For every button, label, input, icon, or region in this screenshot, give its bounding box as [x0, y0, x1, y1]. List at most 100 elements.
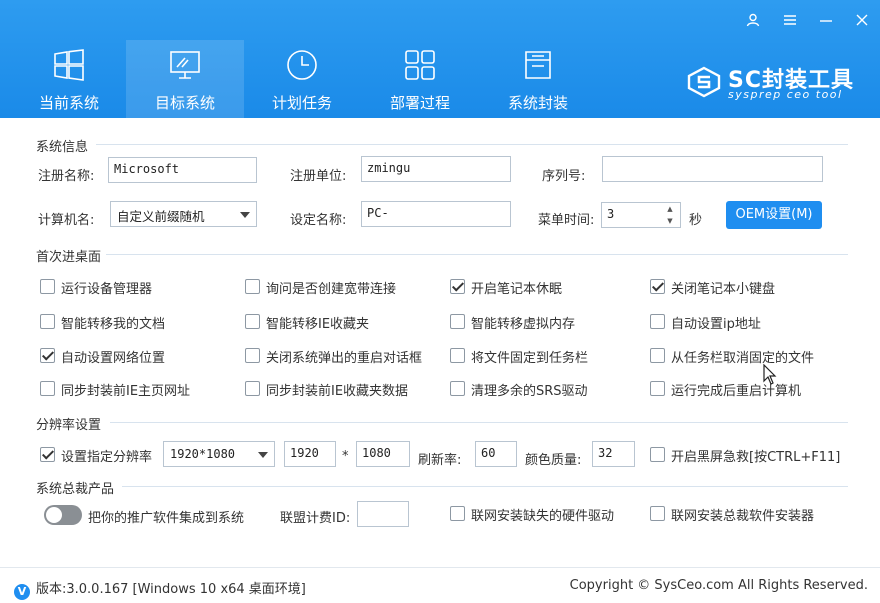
checkbox-box [650, 381, 665, 396]
checkbox-box [245, 279, 260, 294]
first-desktop-option-label: 运行完成后重启计算机 [671, 384, 802, 399]
clock-icon [287, 50, 317, 80]
spin-up-icon[interactable]: ▲ [663, 203, 677, 215]
checkbox-box [245, 314, 260, 329]
checkbox-box [650, 279, 665, 294]
checkbox-box [450, 381, 465, 396]
checkbox-box [450, 279, 465, 294]
minimize-icon[interactable] [816, 12, 836, 32]
checkbox-box [40, 381, 55, 396]
menu-time-spinner[interactable]: ▲ ▼ [663, 203, 677, 227]
checkbox-box [450, 506, 465, 521]
reg-name-label: 注册名称: [38, 169, 95, 184]
copyright-text: Copyright © SysCeo.com All Rights Reserv… [569, 578, 868, 593]
refresh-input[interactable]: 60 [475, 441, 517, 467]
first-desktop-option-label: 同步封装前IE主页网址 [61, 384, 191, 399]
first-desktop-option[interactable]: 自动设置ip地址 [650, 312, 840, 332]
first-desktop-option-label: 询问是否创建宽带连接 [266, 282, 397, 297]
first-desktop-option[interactable]: 关闭笔记本小键盘 [650, 277, 840, 297]
black-screen-checkbox[interactable]: 开启黑屏急救[按CTRL+F11] [650, 445, 840, 465]
chevron-down-icon [240, 212, 250, 218]
checkbox-box [40, 348, 55, 363]
computer-name-label: 计算机名: [38, 213, 95, 228]
setting-name-label: 设定名称: [290, 213, 347, 228]
first-desktop-option[interactable]: 同步封装前IE主页网址 [40, 379, 230, 399]
section-title-system-info: 系统信息 [36, 140, 89, 155]
tab-system-package[interactable]: 系统封装 [479, 40, 597, 118]
first-desktop-option-label: 智能转移IE收藏夹 [266, 317, 370, 332]
promo-integrate-toggle[interactable] [44, 505, 82, 525]
checkbox-box [245, 381, 260, 396]
first-desktop-option[interactable]: 询问是否创建宽带连接 [245, 277, 435, 297]
first-desktop-option-label: 智能转移虚拟内存 [471, 317, 576, 332]
black-screen-label: 开启黑屏急救[按CTRL+F11] [671, 450, 841, 465]
header-bar: 当前系统 目标系统 计划任务 部署过程 系统封装 SC封装工具 sysprep … [0, 0, 880, 118]
section-divider [106, 254, 848, 255]
first-desktop-option-label: 自动设置ip地址 [671, 317, 761, 332]
resolution-preset-select[interactable]: 1920*1080 [163, 441, 275, 467]
resolution-width-input[interactable]: 1920 [284, 441, 336, 467]
first-desktop-option-label: 开启笔记本休眠 [471, 282, 563, 297]
menu-icon[interactable] [780, 12, 800, 32]
tab-scheduled-tasks[interactable]: 计划任务 [243, 40, 361, 118]
mouse-cursor-icon [763, 364, 777, 385]
hw-driver-label: 联网安装缺失的硬件驱动 [471, 509, 615, 524]
logo-subtitle: sysprep ceo tool [728, 88, 843, 101]
tab-label: 当前系统 [38, 94, 99, 112]
color-quality-input[interactable]: 32 [592, 441, 635, 467]
version-info: V 版本:3.0.0.167 [Windows 10 x64 桌面环境] [14, 578, 306, 600]
version-icon: V [14, 584, 30, 600]
section-divider [110, 422, 848, 423]
first-desktop-option[interactable]: 开启笔记本休眠 [450, 277, 640, 297]
color-quality-label: 颜色质量: [525, 453, 582, 468]
first-desktop-option[interactable]: 同步封装前IE收藏夹数据 [245, 379, 435, 399]
resolution-preset-value: 1920*1080 [170, 447, 236, 461]
first-desktop-option[interactable]: 自动设置网络位置 [40, 346, 230, 366]
installer-label: 联网安装总裁软件安装器 [671, 509, 815, 524]
tab-label: 计划任务 [271, 94, 332, 112]
first-desktop-option[interactable]: 运行完成后重启计算机 [650, 379, 840, 399]
hw-driver-checkbox[interactable]: 联网安装缺失的硬件驱动 [450, 504, 630, 524]
section-title-first-desktop: 首次进桌面 [36, 250, 102, 265]
setting-name-input[interactable]: PC- [361, 201, 511, 227]
first-desktop-option[interactable]: 智能转移虚拟内存 [450, 312, 640, 332]
version-text: 版本:3.0.0.167 [Windows 10 x64 桌面环境] [36, 582, 306, 597]
close-icon[interactable] [852, 12, 872, 32]
alliance-id-label: 联盟计费ID: [280, 511, 351, 526]
tab-deploy-process[interactable]: 部署过程 [361, 40, 479, 118]
oem-settings-button[interactable]: OEM设置(M) [726, 201, 822, 229]
first-desktop-option-label: 将文件固定到任务栏 [471, 351, 589, 366]
checkbox-box [650, 506, 665, 521]
reg-org-input[interactable]: zmingu [361, 156, 511, 182]
windows-icon [54, 49, 84, 81]
user-icon[interactable] [743, 12, 763, 32]
installer-checkbox[interactable]: 联网安装总裁软件安装器 [650, 504, 830, 524]
first-desktop-option[interactable]: 智能转移我的文档 [40, 312, 230, 332]
first-desktop-option[interactable]: 从任务栏取消固定的文件 [650, 346, 840, 366]
first-desktop-option[interactable]: 清理多余的SRS驱动 [450, 379, 640, 399]
chevron-down-icon [258, 452, 268, 458]
set-resolution-checkbox[interactable]: 设置指定分辨率 [40, 445, 160, 465]
checkbox-box [40, 314, 55, 329]
serial-label: 序列号: [542, 169, 586, 184]
tab-current-system[interactable]: 当前系统 [10, 40, 128, 118]
first-desktop-option[interactable]: 智能转移IE收藏夹 [245, 312, 435, 332]
first-desktop-option[interactable]: 关闭系统弹出的重启对话框 [245, 346, 435, 366]
tab-label: 系统封装 [507, 94, 568, 112]
sc-logo-icon [687, 66, 721, 98]
alliance-id-input[interactable] [357, 501, 409, 527]
times-symbol: * [342, 449, 349, 464]
reg-name-input[interactable]: Microsoft [108, 157, 257, 183]
first-desktop-option[interactable]: 运行设备管理器 [40, 277, 230, 297]
spin-down-icon[interactable]: ▼ [663, 215, 677, 227]
resolution-height-input[interactable]: 1080 [356, 441, 410, 467]
first-desktop-option[interactable]: 将文件固定到任务栏 [450, 346, 640, 366]
checkbox-box [245, 348, 260, 363]
package-icon [525, 51, 551, 79]
footer-divider [0, 567, 880, 568]
computer-name-select[interactable]: 自定义前缀随机 [110, 201, 257, 227]
checkbox-box [650, 348, 665, 363]
serial-input[interactable] [602, 156, 823, 182]
tab-target-system[interactable]: 目标系统 [126, 40, 244, 118]
first-desktop-option-label: 从任务栏取消固定的文件 [671, 351, 815, 366]
